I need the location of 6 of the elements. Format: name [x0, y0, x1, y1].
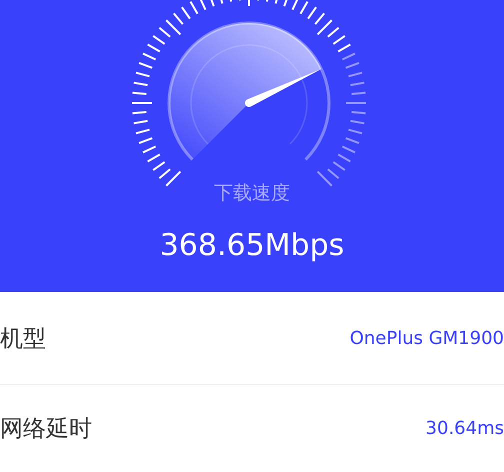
speed-reading: 368.65Mbps [160, 228, 344, 263]
info-label: 机型 [0, 324, 46, 354]
info-label: 网络延时 [0, 414, 92, 444]
info-value: 30.64ms [426, 418, 504, 438]
gauge-label: 下载速度 [214, 181, 290, 206]
info-value: OnePlus GM1900 [350, 328, 504, 348]
